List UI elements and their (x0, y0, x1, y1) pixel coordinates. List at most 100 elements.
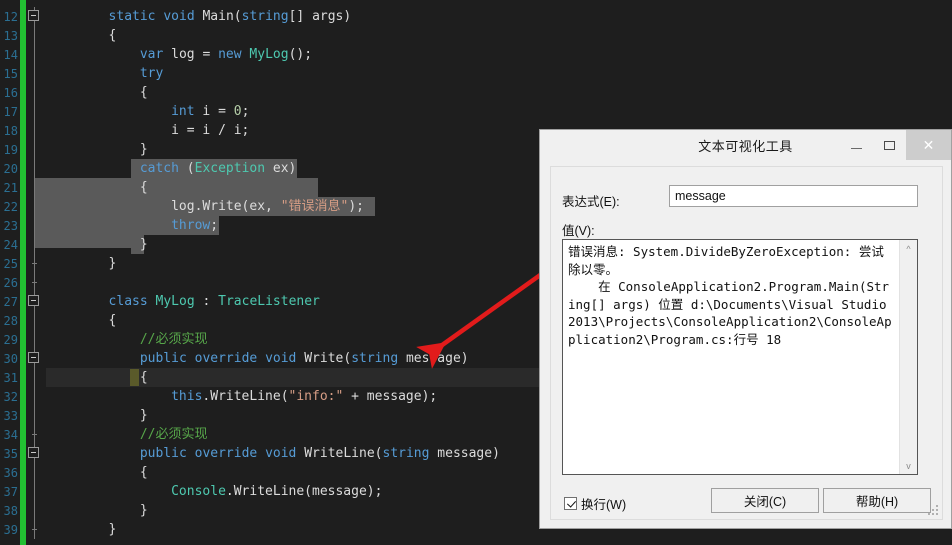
code-line[interactable]: public override void Write(string messag… (140, 349, 469, 368)
code-line[interactable]: { (140, 178, 148, 197)
code-token: try (139, 66, 164, 81)
value-label: 值(V): (562, 224, 595, 238)
code-token: ex) (265, 161, 297, 176)
code-token: Exception (194, 161, 266, 176)
code-line[interactable]: } (109, 254, 117, 273)
code-line[interactable]: int i = 0; (171, 102, 249, 121)
value-scrollbar[interactable]: ^ v (899, 240, 917, 474)
minimize-icon (851, 147, 862, 149)
code-line[interactable]: } (140, 406, 148, 425)
code-token: : (194, 294, 219, 309)
code-token: WriteLine (304, 446, 375, 461)
code-token: i = (202, 104, 234, 119)
code-line[interactable]: { (140, 463, 148, 482)
code-line[interactable]: i = i / i; (171, 121, 249, 140)
line-number: 12 (3, 10, 18, 24)
code-token: } (139, 503, 148, 518)
code-line[interactable]: Console.WriteLine(message); (171, 482, 382, 501)
code-token: } (108, 256, 117, 271)
code-token: public (139, 446, 195, 461)
expression-input[interactable] (669, 185, 918, 207)
line-number: 27 (3, 295, 18, 309)
code-token: { (139, 465, 148, 480)
code-line[interactable]: static void Main(string[] args) (109, 7, 352, 26)
code-token: int (171, 104, 203, 119)
code-line[interactable]: log.Write(ex, "错误消息"); (171, 197, 364, 216)
code-token: (); (288, 47, 313, 62)
line-number: 37 (3, 485, 18, 499)
line-number: 21 (3, 181, 18, 195)
code-line[interactable]: { (109, 311, 117, 330)
code-line[interactable]: } (109, 520, 117, 539)
line-number: 26 (3, 276, 18, 290)
code-token: override (194, 351, 266, 366)
dialog-title: 文本可视化工具 (698, 138, 793, 154)
text-visualizer-dialog[interactable]: 文本可视化工具 ✕ 表达式(E): 值(V): 错误消息: System.Div… (539, 129, 952, 529)
code-token: "info:" (288, 389, 344, 404)
maximize-button[interactable] (873, 130, 906, 160)
value-text[interactable]: 错误消息: System.DivideByZeroException: 尝试除以… (563, 240, 899, 474)
code-token: } (139, 408, 148, 423)
close-button[interactable]: ✕ (906, 130, 951, 160)
code-token: } (139, 142, 148, 157)
code-token: { (139, 85, 148, 100)
code-line[interactable]: } (140, 235, 148, 254)
code-token: message) (429, 446, 500, 461)
line-number: 30 (3, 352, 18, 366)
code-token: ; (241, 104, 250, 119)
code-token: message) (398, 351, 469, 366)
code-token: ( (233, 9, 242, 24)
scroll-up-icon[interactable]: ^ (900, 240, 917, 257)
code-token: i = i / i; (171, 123, 250, 138)
resize-grip[interactable] (927, 504, 939, 516)
line-number: 38 (3, 504, 18, 518)
value-textbox[interactable]: 错误消息: System.DivideByZeroException: 尝试除以… (562, 239, 918, 475)
line-number: 19 (3, 143, 18, 157)
dialog-titlebar[interactable]: 文本可视化工具 ✕ (540, 130, 951, 160)
line-number: 29 (3, 333, 18, 347)
screen: 12 static void Main(string[] args) 13{14 va… (0, 0, 952, 545)
code-token: "错误消息" (280, 199, 349, 214)
code-line[interactable]: class MyLog : TraceListener (109, 292, 320, 311)
line-number: 23 (3, 219, 18, 233)
code-line[interactable]: } (140, 140, 148, 159)
code-token: ); (348, 199, 364, 214)
code-token: string (351, 351, 399, 366)
line-number: 33 (3, 409, 18, 423)
code-token: { (108, 28, 117, 43)
code-line[interactable]: { (109, 26, 117, 45)
code-line[interactable]: //必须实现 (140, 425, 208, 444)
code-token: ( (374, 446, 383, 461)
expression-label: 表达式(E): (562, 195, 620, 209)
code-line[interactable]: try (140, 64, 163, 83)
wrap-checkbox-row[interactable]: 换行(W) (564, 494, 626, 513)
code-token: MyLog (155, 294, 195, 309)
code-line[interactable]: throw; (171, 216, 218, 235)
code-token: } (108, 522, 117, 537)
code-line[interactable]: catch (Exception ex) (140, 159, 297, 178)
scroll-down-icon[interactable]: v (900, 457, 917, 474)
code-token: string (241, 9, 289, 24)
line-number: 25 (3, 257, 18, 271)
code-token: MyLog (249, 47, 289, 62)
code-token: this (171, 389, 203, 404)
dialog-help-button[interactable]: 帮助(H) (823, 488, 931, 513)
code-token: log = (171, 47, 219, 62)
dialog-close-button[interactable]: 关闭(C) (711, 488, 819, 513)
code-line[interactable]: this.WriteLine("info:" + message); (171, 387, 437, 406)
line-number: 14 (3, 48, 18, 62)
line-number: 39 (3, 523, 18, 537)
code-line[interactable]: { (140, 368, 148, 387)
code-line[interactable]: { (140, 83, 148, 102)
code-line[interactable]: public override void WriteLine(string me… (140, 444, 500, 463)
minimize-button[interactable] (840, 130, 873, 160)
line-number: 28 (3, 314, 18, 328)
code-token: 0 (233, 104, 242, 119)
code-line[interactable]: var log = new MyLog(); (140, 45, 312, 64)
code-line[interactable]: } (140, 501, 148, 520)
code-token: + message); (343, 389, 438, 404)
wrap-checkbox[interactable] (564, 497, 577, 510)
code-token: Main (202, 9, 234, 24)
code-token: void (265, 446, 305, 461)
code-line[interactable]: //必须实现 (140, 330, 208, 349)
